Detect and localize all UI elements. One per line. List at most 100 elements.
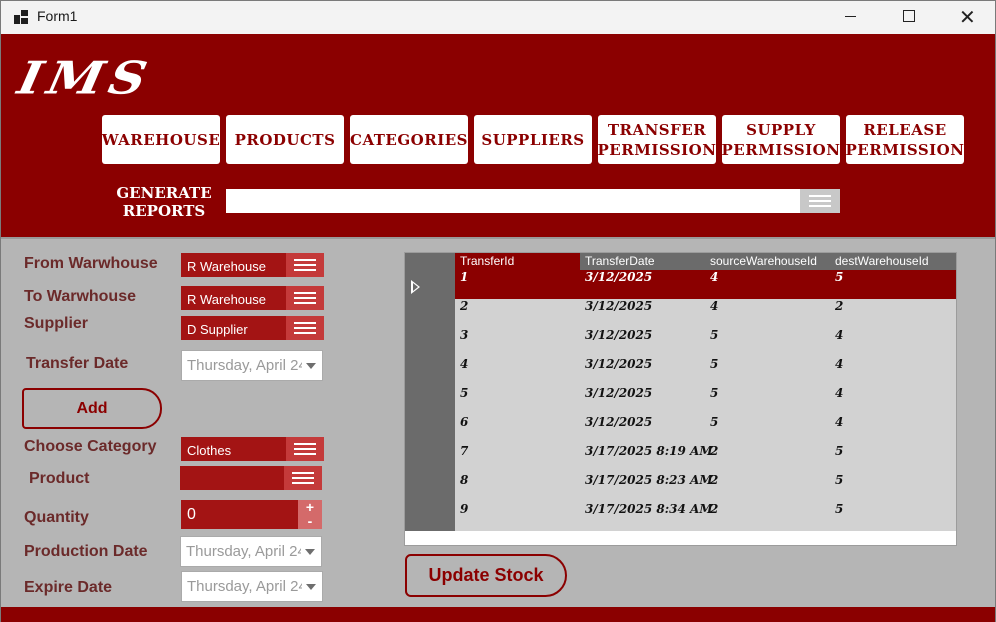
release-permission-button[interactable]: RELEASE PERMISSION [846, 115, 964, 164]
generate-reports-line2: REPORTS [122, 202, 206, 220]
table-cell[interactable]: 5 [830, 502, 956, 531]
table-cell[interactable]: 4 [830, 328, 956, 357]
menu-icon[interactable] [286, 253, 324, 277]
minimize-button[interactable] [822, 1, 880, 33]
menu-icon[interactable] [286, 437, 324, 461]
table-cell[interactable]: 2 [705, 502, 830, 531]
table-row[interactable]: 8 3/17/2025 8:23 AM 2 5 [455, 473, 956, 502]
close-button[interactable]: ✕ [938, 1, 996, 33]
table-cell[interactable]: 3/12/2025 [580, 328, 705, 357]
maximize-button[interactable] [880, 1, 938, 33]
table-cell[interactable]: 2 [705, 473, 830, 502]
spin-buttons[interactable]: + - [298, 500, 322, 529]
reports-combobox[interactable] [226, 189, 840, 213]
to-warehouse-label: To Warwhouse [24, 288, 136, 305]
table-row[interactable]: 7 3/17/2025 8:19 AM 2 5 [455, 444, 956, 473]
nav-label: PERMISSION [721, 140, 841, 159]
transfer-date-picker[interactable]: Thursday, April 24 [181, 350, 323, 381]
table-cell[interactable]: 5 [705, 415, 830, 444]
table-cell[interactable]: 5 [455, 386, 580, 415]
update-stock-button[interactable]: Update Stock [405, 554, 567, 597]
table-cell[interactable]: 3 [455, 328, 580, 357]
table-cell[interactable]: 4 [830, 415, 956, 444]
reports-dropdown-button[interactable] [800, 189, 840, 213]
table-cell[interactable]: 5 [705, 328, 830, 357]
table-cell[interactable]: 5 [830, 444, 956, 473]
column-header[interactable]: TransferDate [580, 253, 705, 270]
expire-date-picker[interactable]: Thursday, April 24 [181, 571, 323, 602]
decrement-icon[interactable]: - [298, 514, 322, 529]
table-row[interactable]: 4 3/12/2025 5 4 [455, 357, 956, 386]
table-cell[interactable]: 9 [455, 502, 580, 531]
table-cell[interactable]: 4 [705, 299, 830, 328]
table-cell[interactable]: 3/12/2025 [580, 357, 705, 386]
table-row[interactable]: 1 3/12/2025 4 5 [455, 270, 956, 299]
table-cell[interactable]: 7 [455, 444, 580, 473]
transfer-date-value: Thursday, April 24 [187, 357, 307, 374]
transfers-grid[interactable]: TransferId TransferDate sourceWarehouseId d… [404, 252, 957, 546]
table-row[interactable]: 9 3/17/2025 8:34 AM 2 5 [455, 502, 956, 531]
nav-label: PRODUCTS [234, 130, 336, 149]
nav-label: WAREHOUSE [101, 130, 221, 149]
table-cell[interactable]: 6 [455, 415, 580, 444]
table-cell[interactable]: 3/17/2025 8:19 AM [580, 444, 713, 473]
table-cell[interactable]: 2 [705, 444, 830, 473]
table-cell[interactable]: 5 [705, 386, 830, 415]
column-header[interactable]: sourceWarehouseId [705, 253, 830, 270]
footer-strip [1, 607, 995, 622]
row-header-column [405, 253, 455, 531]
table-cell[interactable]: 2 [455, 299, 580, 328]
transfer-permission-button[interactable]: TRANSFER PERMISSION [598, 115, 716, 164]
supplier-label: Supplier [24, 315, 89, 332]
product-combobox[interactable] [180, 466, 322, 490]
menu-icon[interactable] [284, 466, 322, 490]
column-header[interactable]: destWarehouseId [830, 253, 956, 270]
production-date-picker[interactable]: Thursday, April 24 [180, 536, 322, 567]
nav-label: TRANSFER [607, 120, 707, 139]
table-cell[interactable]: 5 [830, 270, 956, 299]
from-warehouse-value: R Warehouse [187, 259, 266, 274]
table-row[interactable]: 3 3/12/2025 5 4 [455, 328, 956, 357]
title-bar: Form1 ✕ [1, 1, 995, 34]
products-button[interactable]: PRODUCTS [226, 115, 344, 164]
table-cell[interactable]: 1 [455, 270, 580, 299]
table-cell[interactable]: 4 [830, 357, 956, 386]
generate-reports-label: GENERATE REPORTS [111, 184, 217, 220]
menu-icon[interactable] [286, 316, 324, 340]
table-cell[interactable]: 5 [705, 357, 830, 386]
add-button[interactable]: Add [22, 388, 162, 429]
table-row[interactable]: 5 3/12/2025 5 4 [455, 386, 956, 415]
table-row[interactable]: 2 3/12/2025 4 2 [455, 299, 956, 328]
table-cell[interactable]: 3/17/2025 8:23 AM [580, 473, 713, 502]
supply-permission-button[interactable]: SUPPLY PERMISSION [722, 115, 840, 164]
table-cell[interactable]: 3/12/2025 [580, 299, 705, 328]
quantity-stepper[interactable]: 0 + - [181, 500, 322, 529]
from-warehouse-combobox[interactable]: R Warehouse [181, 253, 324, 277]
table-cell[interactable]: 3/12/2025 [580, 415, 705, 444]
table-cell[interactable]: 4 [455, 357, 580, 386]
table-row[interactable]: 6 3/12/2025 5 4 [455, 415, 956, 444]
table-cell[interactable]: 2 [830, 299, 956, 328]
categories-button[interactable]: CATEGORIES [350, 115, 468, 164]
table-cell[interactable]: 4 [830, 386, 956, 415]
table-cell[interactable]: 3/17/2025 8:34 AM [580, 502, 713, 531]
close-icon: ✕ [959, 5, 976, 29]
table-cell[interactable]: 3/12/2025 [580, 270, 705, 299]
quantity-label: Quantity [24, 509, 89, 526]
category-combobox[interactable]: Clothes [181, 437, 324, 461]
nav-label: SUPPLIERS [481, 130, 585, 149]
table-cell[interactable]: 4 [705, 270, 830, 299]
suppliers-button[interactable]: SUPPLIERS [474, 115, 592, 164]
column-header[interactable]: TransferId [455, 253, 580, 270]
table-cell[interactable]: 8 [455, 473, 580, 502]
to-warehouse-combobox[interactable]: R Warehouse [181, 286, 324, 310]
production-date-value: Thursday, April 24 [186, 543, 306, 560]
supplier-combobox[interactable]: D Supplier [181, 316, 324, 340]
menu-icon[interactable] [286, 286, 324, 310]
warehouse-button[interactable]: WAREHOUSE [102, 115, 220, 164]
table-cell[interactable]: 5 [830, 473, 956, 502]
table-cell[interactable]: 3/12/2025 [580, 386, 705, 415]
production-date-label: Production Date [24, 543, 148, 560]
from-warehouse-label: From Warwhouse [24, 255, 158, 272]
nav-label: PERMISSION [845, 140, 965, 159]
